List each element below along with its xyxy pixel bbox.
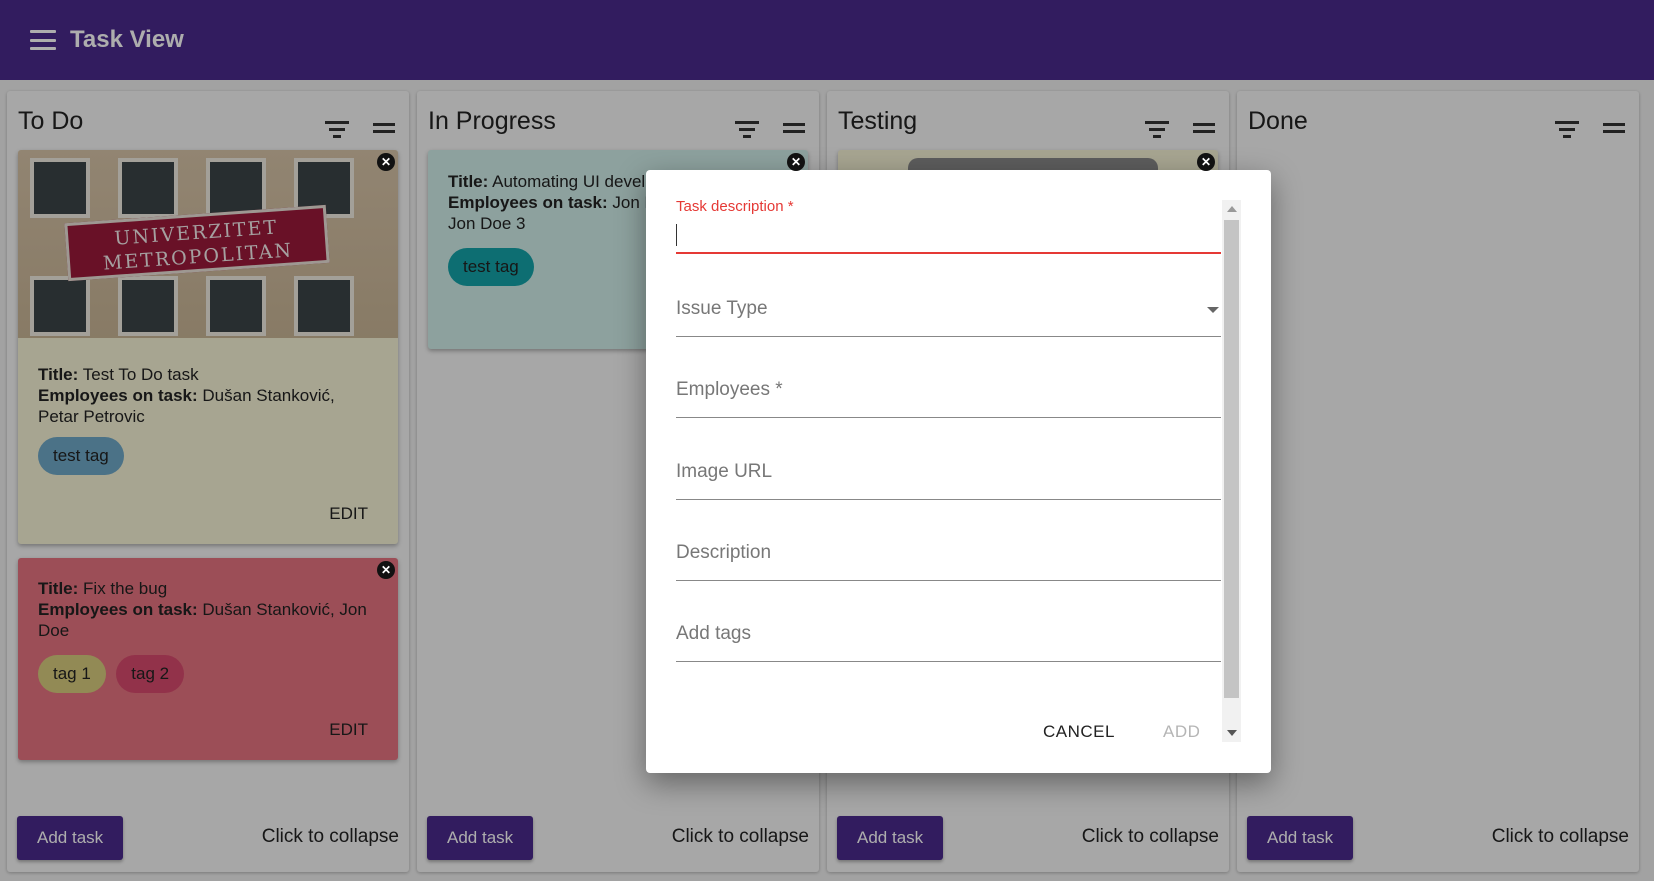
description-field[interactable]: Description bbox=[676, 542, 1221, 582]
add-task-dialog: Task description * Issue Type Employees … bbox=[646, 170, 1271, 773]
close-icon[interactable]: ✕ bbox=[1197, 153, 1215, 171]
cancel-button[interactable]: CANCEL bbox=[1043, 722, 1115, 742]
text-cursor bbox=[676, 224, 677, 246]
field-underline bbox=[676, 580, 1221, 581]
field-underline bbox=[676, 417, 1221, 418]
close-icon[interactable]: ✕ bbox=[787, 153, 805, 171]
dialog-scrollbar[interactable] bbox=[1222, 200, 1241, 742]
employees-field[interactable]: Employees * bbox=[676, 379, 1221, 419]
issue-type-label: Issue Type bbox=[676, 298, 768, 319]
description-label: Description bbox=[676, 542, 772, 563]
field-underline bbox=[676, 661, 1221, 662]
employees-label: Employees * bbox=[676, 379, 783, 400]
image-url-label: Image URL bbox=[676, 461, 773, 482]
task-description-field[interactable]: Task description * bbox=[676, 198, 1221, 256]
field-underline bbox=[676, 336, 1221, 337]
scroll-thumb[interactable] bbox=[1224, 220, 1239, 698]
task-description-label: Task description * bbox=[676, 198, 794, 215]
field-underline bbox=[676, 499, 1221, 500]
close-icon[interactable]: ✕ bbox=[377, 561, 395, 579]
issue-type-select[interactable]: Issue Type bbox=[676, 298, 1221, 338]
close-icon[interactable]: ✕ bbox=[377, 153, 395, 171]
image-url-field[interactable]: Image URL bbox=[676, 461, 1221, 501]
dropdown-arrow-icon[interactable] bbox=[1207, 307, 1219, 313]
add-tags-label: Add tags bbox=[676, 623, 751, 644]
scroll-up-icon[interactable] bbox=[1227, 206, 1237, 212]
add-button[interactable]: ADD bbox=[1163, 722, 1200, 742]
field-underline bbox=[676, 252, 1221, 254]
scroll-down-icon[interactable] bbox=[1227, 730, 1237, 736]
add-tags-field[interactable]: Add tags bbox=[676, 623, 1221, 663]
